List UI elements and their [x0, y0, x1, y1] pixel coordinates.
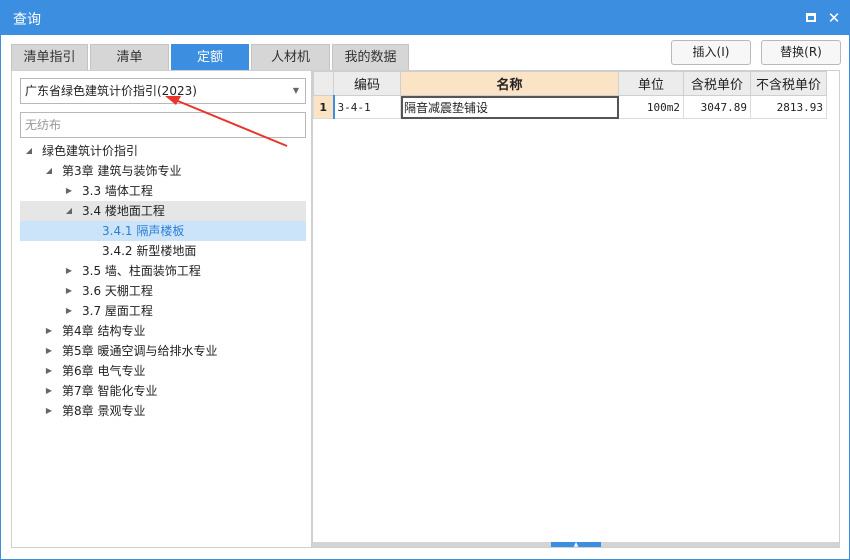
tree-node-label: 3.7 屋面工程	[82, 304, 153, 318]
insert-button[interactable]: 插入(I)	[671, 40, 751, 65]
window-title: 查询	[13, 12, 41, 28]
cell-name[interactable]: 隔音减震垫铺设	[400, 95, 619, 119]
cell-price-without-tax[interactable]: 2813.93	[750, 95, 827, 119]
row-number[interactable]: 1	[313, 95, 334, 119]
triangle-right-icon[interactable]: ▶	[64, 181, 74, 201]
chevron-down-icon[interactable]: ▼	[293, 79, 299, 103]
tab-labor-material-machine[interactable]: 人材机	[251, 44, 330, 70]
title-bar[interactable]: 查询 ✕	[1, 1, 849, 35]
tree-node-label: 3.5 墙、柱面装饰工程	[82, 264, 201, 278]
tree-node-3-5[interactable]: ▶ 3.5 墙、柱面装饰工程	[20, 261, 306, 281]
tree-node-label: 3.4 楼地面工程	[82, 204, 165, 218]
column-header-name[interactable]: 名称	[400, 71, 619, 96]
tree-node-label: 第6章 电气专业	[62, 364, 146, 378]
column-header-unit[interactable]: 单位	[618, 71, 684, 96]
triangle-down-icon[interactable]: ◢	[64, 201, 74, 221]
tree-node-3-4-2[interactable]: 3.4.2 新型楼地面	[20, 241, 306, 261]
tree-node-3-7[interactable]: ▶ 3.7 屋面工程	[20, 301, 306, 321]
triangle-right-icon[interactable]: ▶	[44, 341, 54, 361]
tree-node-3-3[interactable]: ▶ 3.3 墙体工程	[20, 181, 306, 201]
tab-quota[interactable]: 定额	[171, 44, 249, 70]
tree-node-label: 绿色建筑计价指引	[42, 144, 139, 158]
splitter-handle[interactable]: ▲	[551, 542, 601, 548]
triangle-right-icon[interactable]: ▶	[44, 401, 54, 421]
grid-header-row: 编码 名称 单位 含税单价 不含税单价	[313, 71, 827, 96]
tree-node-label: 第3章 建筑与装饰专业	[62, 164, 182, 178]
tree-node-green-building-guide[interactable]: ◢ 绿色建筑计价指引	[20, 141, 306, 161]
tree-node-label: 第4章 结构专业	[62, 324, 146, 338]
results-grid: 编码 名称 单位 含税单价 不含税单价 1 3-4-1 隔音减震垫铺设 100m…	[313, 71, 827, 119]
results-panel: 编码 名称 单位 含税单价 不含税单价 1 3-4-1 隔音减震垫铺设 100m…	[312, 70, 840, 548]
replace-button[interactable]: 替换(R)	[761, 40, 841, 65]
library-select[interactable]: 广东省绿色建筑计价指引(2023) ▼	[20, 78, 306, 104]
column-header-price-with-tax[interactable]: 含税单价	[683, 71, 751, 96]
tree-node-3-4-1[interactable]: 3.4.1 隔声楼板	[20, 221, 306, 241]
tab-list[interactable]: 清单	[90, 44, 169, 70]
cell-unit[interactable]: 100m2	[618, 95, 684, 119]
triangle-right-icon[interactable]: ▶	[44, 381, 54, 401]
tree-node-label: 第7章 智能化专业	[62, 384, 158, 398]
tree-node-chapter-7[interactable]: ▶ 第7章 智能化专业	[20, 381, 306, 401]
triangle-right-icon[interactable]: ▶	[44, 321, 54, 341]
query-dialog: 查询 ✕ 清单指引 清单 定额 人材机 我的数据 插入(I) 替换(R) 广东省…	[0, 0, 850, 560]
tree-node-chapter-3[interactable]: ◢ 第3章 建筑与装饰专业	[20, 161, 306, 181]
tree-node-label: 3.4.1 隔声楼板	[102, 224, 185, 238]
triangle-down-icon[interactable]: ◢	[24, 141, 34, 161]
cell-code[interactable]: 3-4-1	[332, 95, 401, 119]
close-icon[interactable]: ✕	[824, 8, 844, 28]
table-row[interactable]: 1 3-4-1 隔音减震垫铺设 100m2 3047.89 2813.93	[313, 95, 827, 119]
tree-node-chapter-5[interactable]: ▶ 第5章 暖通空调与给排水专业	[20, 341, 306, 361]
library-select-value: 广东省绿色建筑计价指引(2023)	[25, 84, 197, 98]
tree-node-label: 第5章 暖通空调与给排水专业	[62, 344, 218, 358]
column-header-price-without-tax[interactable]: 不含税单价	[750, 71, 827, 96]
tree-panel: 广东省绿色建筑计价指引(2023) ▼ ◢ 绿色建筑计价指引 ◢ 第3章 建筑与…	[11, 70, 312, 548]
grid-corner[interactable]	[313, 71, 334, 96]
tree-node-label: 3.3 墙体工程	[82, 184, 153, 198]
triangle-right-icon[interactable]: ▶	[64, 281, 74, 301]
cell-price-with-tax[interactable]: 3047.89	[683, 95, 751, 119]
tab-list-guide[interactable]: 清单指引	[11, 44, 88, 70]
tree-node-3-6[interactable]: ▶ 3.6 天棚工程	[20, 281, 306, 301]
tree-node-label: 3.6 天棚工程	[82, 284, 153, 298]
tree-node-label: 3.4.2 新型楼地面	[102, 244, 197, 258]
tab-my-data[interactable]: 我的数据	[332, 44, 409, 70]
restore-icon[interactable]	[801, 8, 821, 28]
search-input[interactable]	[20, 112, 306, 138]
tree-node-chapter-4[interactable]: ▶ 第4章 结构专业	[20, 321, 306, 341]
tree-node-chapter-6[interactable]: ▶ 第6章 电气专业	[20, 361, 306, 381]
column-header-code[interactable]: 编码	[333, 71, 401, 96]
triangle-right-icon[interactable]: ▶	[44, 361, 54, 381]
triangle-down-icon[interactable]: ◢	[44, 161, 54, 181]
tree-node-3-4[interactable]: ◢ 3.4 楼地面工程	[20, 201, 306, 221]
triangle-right-icon[interactable]: ▶	[64, 301, 74, 321]
tree-node-chapter-8[interactable]: ▶ 第8章 景观专业	[20, 401, 306, 421]
tree-node-label: 第8章 景观专业	[62, 404, 146, 418]
triangle-right-icon[interactable]: ▶	[64, 261, 74, 281]
